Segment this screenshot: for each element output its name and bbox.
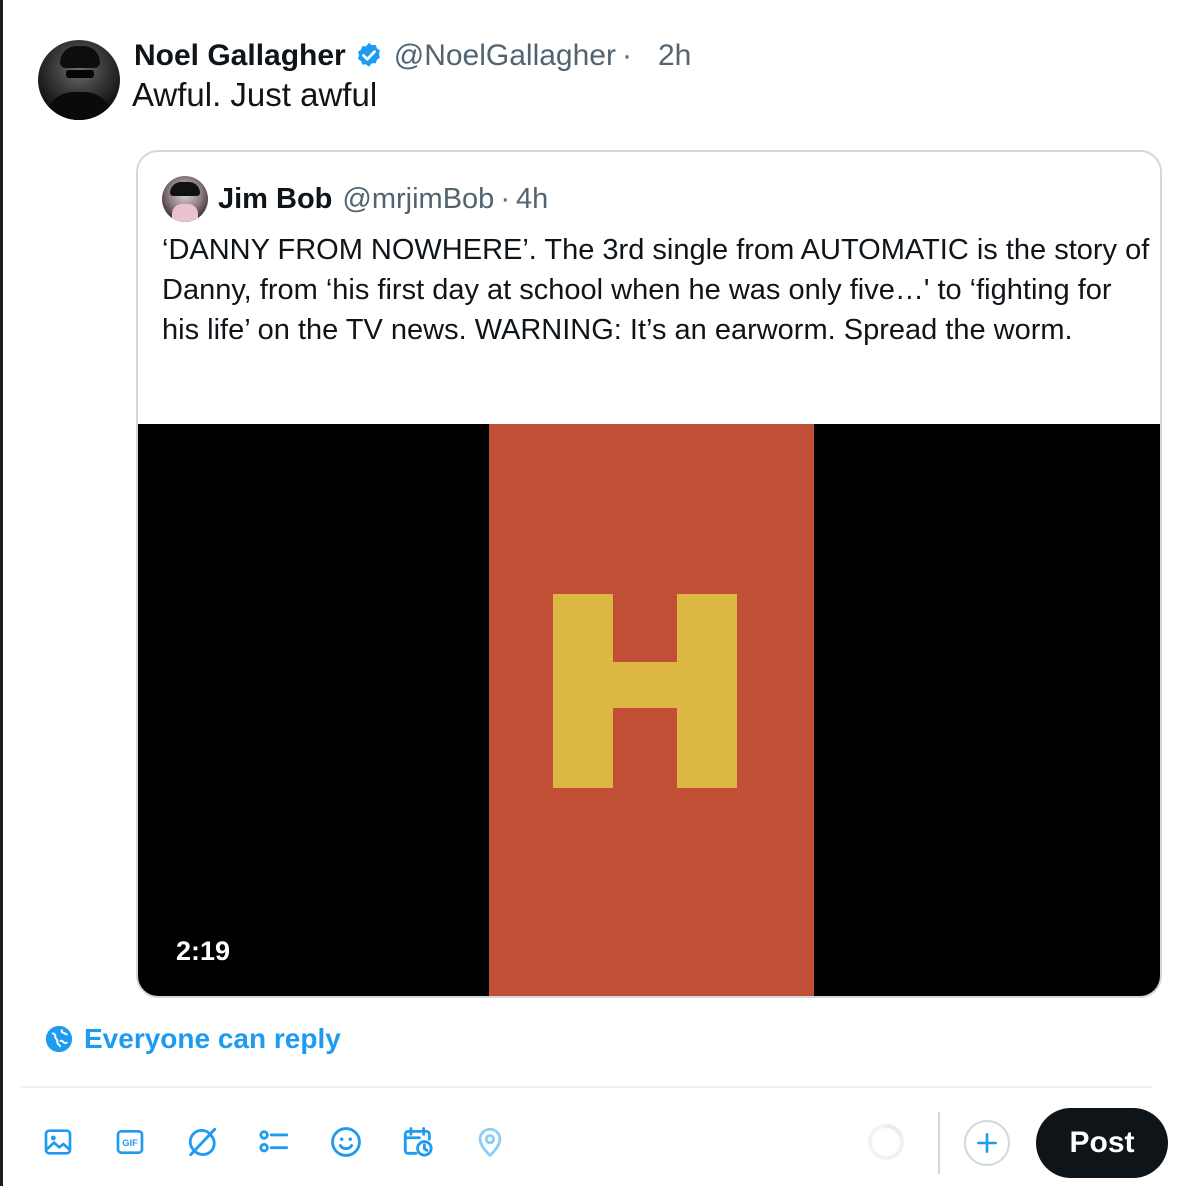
quoted-display-name[interactable]: Jim Bob xyxy=(218,183,332,216)
schedule-icon[interactable] xyxy=(400,1124,436,1160)
location-icon[interactable] xyxy=(472,1124,508,1160)
poll-icon[interactable] xyxy=(256,1124,292,1160)
display-name[interactable]: Noel Gallagher xyxy=(134,39,346,73)
reply-setting-button[interactable]: Everyone can reply xyxy=(44,1020,341,1058)
quoted-avatar-shirt xyxy=(172,204,198,222)
emoji-icon[interactable] xyxy=(328,1124,364,1160)
h-letter-stroke-right xyxy=(677,594,737,788)
h-letter-crossbar xyxy=(613,662,677,708)
image-icon[interactable] xyxy=(40,1124,76,1160)
quoted-avatar-hat xyxy=(170,182,200,196)
quoted-timestamp[interactable]: 4h xyxy=(516,183,548,216)
add-post-button[interactable] xyxy=(964,1120,1010,1166)
quoted-tweet-text: ‘DANNY FROM NOWHERE’. The 3rd single fro… xyxy=(162,234,1150,346)
composer-divider xyxy=(20,1086,1152,1088)
avatar-jacket xyxy=(44,92,114,120)
verified-badge-icon[interactable] xyxy=(354,41,384,71)
avatar-glasses xyxy=(66,70,94,78)
plus-icon xyxy=(977,1133,997,1153)
video-player[interactable]: 2:19 xyxy=(138,424,1160,996)
quoted-avatar[interactable] xyxy=(162,176,208,222)
quoted-handle[interactable]: @mrjimBob xyxy=(342,183,494,216)
globe-icon xyxy=(44,1024,74,1054)
tweet-text: Awful. Just awful xyxy=(132,76,378,113)
separator-dot: · xyxy=(621,39,632,72)
handle[interactable]: @NoelGallagher xyxy=(394,39,616,73)
avatar[interactable] xyxy=(38,40,120,120)
progress-ring-icon xyxy=(866,1122,906,1162)
post-button[interactable]: Post xyxy=(1036,1108,1168,1178)
toolbar-separator xyxy=(938,1112,940,1174)
video-duration: 2:19 xyxy=(176,936,231,966)
reply-setting-label: Everyone can reply xyxy=(84,1023,341,1054)
quoted-separator-dot: · xyxy=(500,182,510,215)
timestamp[interactable]: 2h xyxy=(658,39,691,73)
grok-icon[interactable] xyxy=(184,1124,220,1160)
gif-label: GIF xyxy=(122,1138,138,1148)
h-letter-stroke-left xyxy=(553,594,613,788)
quoted-tweet-card[interactable]: Jim Bob @mrjimBob · 4h ‘DANNY FROM NOWHE… xyxy=(136,150,1162,998)
tweet-header: Noel Gallagher @NoelGallagher · 2h xyxy=(134,36,691,76)
video-thumbnail-panel xyxy=(489,424,814,996)
gif-icon[interactable]: GIF xyxy=(112,1124,148,1160)
avatar-hair xyxy=(60,46,100,68)
window-edge xyxy=(0,0,3,1186)
quoted-header: Jim Bob @mrjimBob · 4h xyxy=(218,178,548,220)
